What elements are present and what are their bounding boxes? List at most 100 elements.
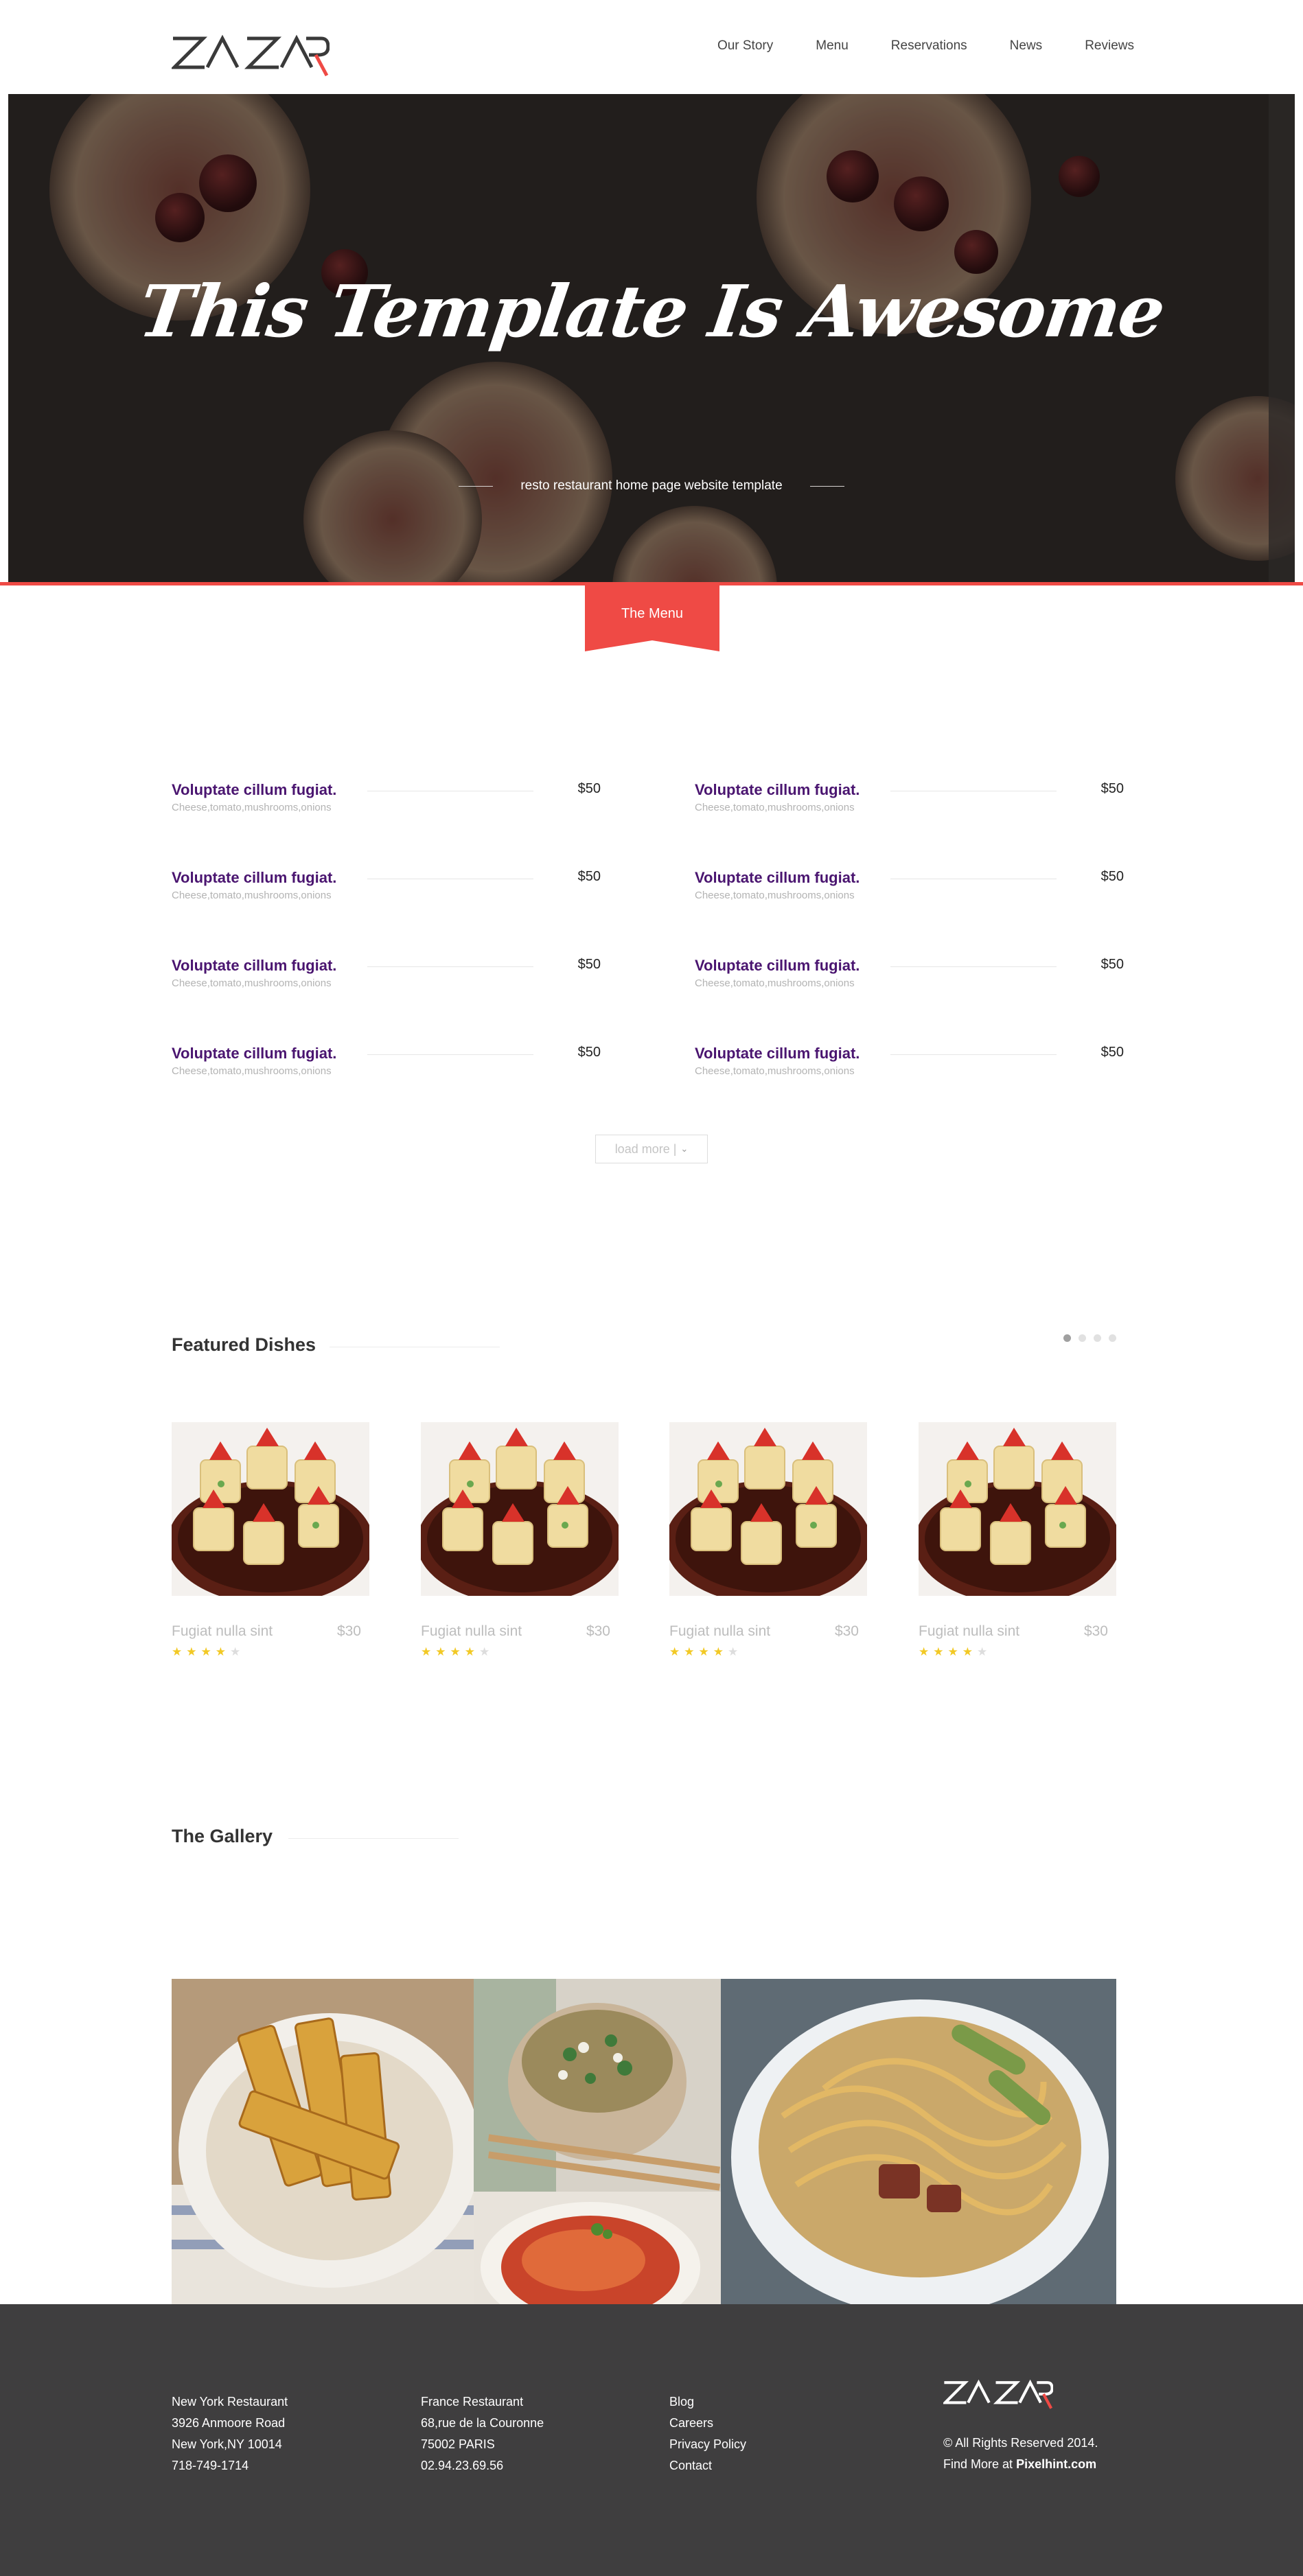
featured-dish-card[interactable]: Fugiat nulla sint $30 ★ ★ ★ ★ ★ (919, 1422, 1116, 1658)
brand-logo[interactable] (172, 33, 330, 81)
dish-price: $30 (1083, 1623, 1108, 1639)
dish-price: $30 (834, 1623, 859, 1639)
nav-our-story[interactable]: Our Story (717, 37, 773, 55)
dish-rating: ★ ★ ★ ★ ★ (421, 1645, 489, 1659)
dish-name: Fugiat nulla sint (919, 1623, 1020, 1639)
menu-item-price: $50 (577, 869, 601, 884)
star-icon: ★ (919, 1645, 930, 1658)
footer-link-privacy[interactable]: Privacy Policy (669, 2434, 746, 2455)
pager-dot-4[interactable] (1109, 1334, 1116, 1342)
menu-item-description: Cheese,tomato,mushrooms,onions (172, 890, 332, 901)
footer-logo[interactable] (943, 2375, 1053, 2416)
star-icon: ★ (947, 1645, 958, 1658)
dish-name: Fugiat nulla sint (421, 1623, 522, 1639)
menu-item[interactable]: Voluptate cillum fugiat. Cheese,tomato,mu… (695, 781, 1124, 822)
footer-link-contact[interactable]: Contact (669, 2455, 746, 2476)
pager-dot-3[interactable] (1094, 1334, 1101, 1342)
nav-news[interactable]: News (1010, 37, 1043, 55)
dish-image[interactable] (421, 1422, 619, 1596)
menu-item-name: Voluptate cillum fugiat. (172, 957, 337, 974)
footer-link-blog[interactable]: Blog (669, 2391, 746, 2413)
main-nav: Our Story Menu Reservations News Reviews (675, 37, 1134, 55)
dish-image[interactable] (172, 1422, 369, 1596)
star-icon: ★ (215, 1645, 226, 1658)
menu-item[interactable]: Voluptate cillum fugiat. Cheese,tomato,mu… (172, 869, 601, 910)
menu-item-description: Cheese,tomato,mushrooms,onions (695, 977, 855, 989)
menu-item-price: $50 (1100, 1045, 1124, 1060)
menu-item-price: $50 (1100, 869, 1124, 884)
find-more-row: Find More at Pixelhint.com (943, 2454, 1098, 2475)
gallery-grid (172, 1979, 1116, 2305)
site-header: Our Story Menu Reservations News Reviews (0, 0, 1303, 94)
footer-link-careers[interactable]: Careers (669, 2413, 746, 2434)
star-icon: ★ (186, 1645, 197, 1658)
footer-text: New York,NY 10014 (172, 2437, 282, 2451)
dish-rating: ★ ★ ★ ★ ★ (172, 1645, 240, 1659)
pixelhint-link[interactable]: Pixelhint.com (1016, 2457, 1096, 2471)
footer-text: 75002 PARIS (421, 2437, 495, 2451)
menu-item[interactable]: Voluptate cillum fugiat. Cheese,tomato,mu… (695, 1045, 1124, 1086)
nav-reviews[interactable]: Reviews (1085, 37, 1134, 55)
featured-dish-card[interactable]: Fugiat nulla sint $30 ★ ★ ★ ★ ★ (421, 1422, 619, 1658)
featured-dish-card[interactable]: Fugiat nulla sint $30 ★ ★ ★ ★ ★ (172, 1422, 369, 1658)
dish-name: Fugiat nulla sint (669, 1623, 771, 1639)
menu-item[interactable]: Voluptate cillum fugiat. Cheese,tomato,mu… (172, 1045, 601, 1086)
star-icon: ★ (435, 1645, 446, 1658)
menu-item-name: Voluptate cillum fugiat. (695, 781, 860, 798)
menu-item-name: Voluptate cillum fugiat. (172, 869, 337, 886)
menu-item[interactable]: Voluptate cillum fugiat. Cheese,tomato,mu… (172, 957, 601, 998)
footer-newyork-address: New York Restaurant 3926 Anmoore Road Ne… (172, 2391, 288, 2476)
gallery-image-lasagna[interactable] (474, 2192, 721, 2305)
gallery-image-noodles[interactable] (721, 1979, 1116, 2305)
footer-text: 3926 Anmoore Road (172, 2416, 286, 2430)
gallery-image-rice-bowl[interactable] (474, 1979, 721, 2192)
hero-banner: This Template Is Awesome resto restauran… (0, 94, 1303, 585)
star-icon: ★ (698, 1645, 709, 1658)
pager-dot-2[interactable] (1079, 1334, 1086, 1342)
star-icon: ★ (728, 1645, 739, 1658)
menu-item-leader-line (367, 1054, 533, 1055)
hero-title: This Template Is Awesome (134, 269, 1169, 353)
star-icon: ★ (713, 1645, 724, 1658)
menu-tab-ribbon[interactable]: The Menu (585, 585, 719, 651)
gallery-title: The Gallery (172, 1826, 273, 1846)
featured-dishes-title: Featured Dishes (172, 1334, 316, 1355)
copyright-text: © All Rights Reserved 2014. (943, 2436, 1098, 2450)
menu-item-name: Voluptate cillum fugiat. (695, 869, 860, 886)
menu-tab-label: The Menu (621, 606, 684, 621)
subtitle-rule-left (459, 485, 494, 487)
footer-text: 718-749-1714 (172, 2459, 249, 2472)
menu-item[interactable]: Voluptate cillum fugiat. Cheese,tomato,mu… (695, 869, 1124, 910)
dish-name: Fugiat nulla sint (172, 1623, 273, 1639)
menu-item-price: $50 (577, 1045, 601, 1060)
footer-links: Blog Careers Privacy Policy Contact (669, 2391, 746, 2476)
menu-item-description: Cheese,tomato,mushrooms,onions (172, 977, 332, 989)
menu-item-description: Cheese,tomato,mushrooms,onions (172, 802, 332, 813)
dish-rating: ★ ★ ★ ★ ★ (669, 1645, 738, 1659)
menu-item[interactable]: Voluptate cillum fugiat. Cheese,tomato,mu… (695, 957, 1124, 998)
load-more-button[interactable]: load more | ⌄ (595, 1135, 708, 1163)
star-icon: ★ (421, 1645, 432, 1658)
star-icon: ★ (172, 1645, 183, 1658)
find-more-prefix: Find More at (943, 2457, 1013, 2471)
nav-reservations[interactable]: Reservations (891, 37, 967, 55)
menu-item[interactable]: Voluptate cillum fugiat. Cheese,tomato,mu… (172, 781, 601, 822)
load-more-label: load more | (614, 1141, 677, 1156)
star-icon: ★ (464, 1645, 475, 1658)
menu-item-name: Voluptate cillum fugiat. (695, 1045, 860, 1062)
dish-image[interactable] (669, 1422, 867, 1596)
featured-dish-card[interactable]: Fugiat nulla sint $30 ★ ★ ★ ★ ★ (669, 1422, 867, 1658)
pager-dot-1[interactable] (1063, 1334, 1071, 1342)
nav-menu[interactable]: Menu (816, 37, 849, 55)
hero-subtitle: resto restaurant home page website templ… (520, 478, 783, 493)
dish-image[interactable] (919, 1422, 1116, 1596)
gallery-image-french-toast[interactable] (172, 1979, 474, 2305)
gallery-title-rule (288, 1838, 459, 1839)
star-icon: ★ (977, 1645, 988, 1658)
footer-text: 68,rue de la Couronne (421, 2416, 544, 2430)
menu-item-description: Cheese,tomato,mushrooms,onions (695, 802, 855, 813)
star-icon: ★ (450, 1645, 461, 1658)
menu-item-name: Voluptate cillum fugiat. (172, 1045, 337, 1062)
menu-item-price: $50 (577, 957, 601, 972)
hero-subtitle-row: resto restaurant home page website templ… (0, 478, 1303, 494)
